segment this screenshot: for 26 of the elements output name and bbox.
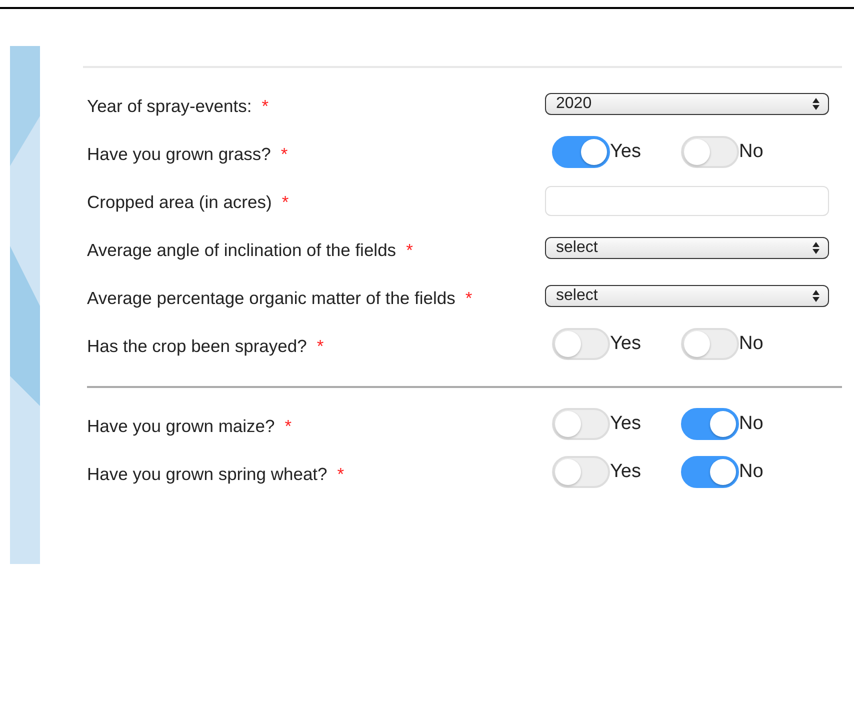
- option-label: No: [739, 333, 764, 355]
- dropdown[interactable]: select: [545, 285, 829, 307]
- dropdown[interactable]: select: [545, 237, 829, 259]
- input-field[interactable]: [545, 186, 829, 216]
- toggle-switch[interactable]: [552, 136, 610, 168]
- question-label: Have you grown spring wheat? *: [87, 463, 344, 486]
- toggle-switch[interactable]: [681, 408, 739, 440]
- option-label: Yes: [610, 141, 641, 163]
- question-label: Have you grown maize? *: [87, 415, 292, 438]
- updown-icon: [812, 97, 820, 111]
- option-label: No: [739, 461, 764, 483]
- updown-icon: [812, 241, 820, 255]
- question-label: Has the crop been sprayed? *: [87, 335, 324, 358]
- question-label: Average angle of inclination of the fields *: [87, 239, 413, 262]
- option-label: No: [739, 141, 764, 163]
- option-label: Yes: [610, 413, 641, 435]
- dropdown[interactable]: 2020: [545, 93, 829, 115]
- question-label: Cropped area (in acres) *: [87, 191, 289, 214]
- option-label: Yes: [610, 333, 641, 355]
- updown-icon: [812, 289, 820, 303]
- option-label: Yes: [610, 461, 641, 483]
- option-label: No: [739, 413, 764, 435]
- question-label: Average percentage organic matter of the fields *: [87, 287, 472, 310]
- question-label: Year of spray-events: *: [87, 95, 269, 118]
- toggle-switch[interactable]: [681, 456, 739, 488]
- question-label: Have you grown grass? *: [87, 143, 288, 166]
